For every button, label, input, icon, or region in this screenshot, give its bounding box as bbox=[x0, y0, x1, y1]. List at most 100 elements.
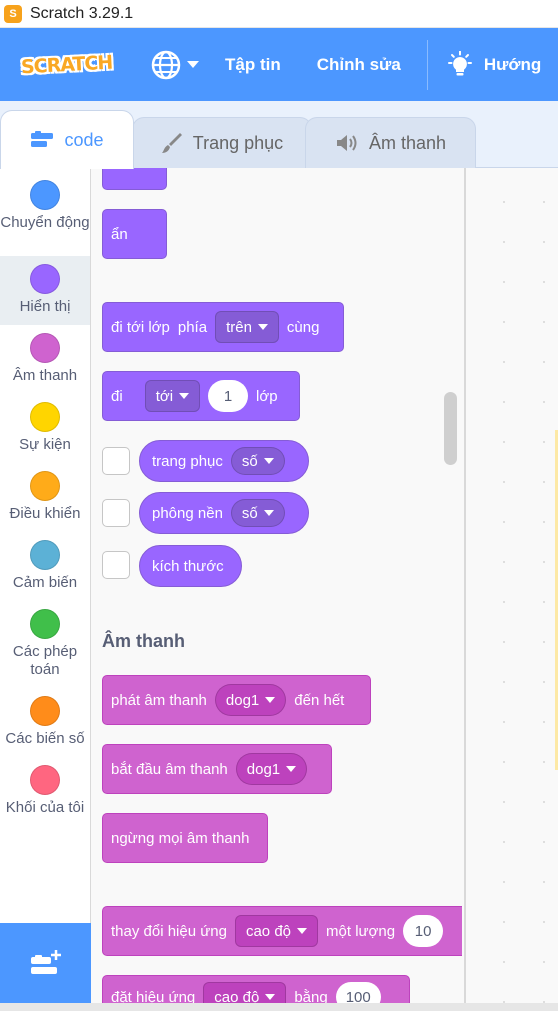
block-show-partial[interactable] bbox=[102, 168, 167, 190]
category-operators[interactable]: Các phép toán bbox=[0, 609, 90, 685]
block-set-sound-effect[interactable]: đặt hiệu ứng cao độ bằng 100 bbox=[102, 975, 410, 1003]
block-go-layers-text2: lớp bbox=[256, 387, 278, 405]
editor-tabs: code Trang phục Âm thanh bbox=[0, 101, 558, 169]
backdrop-monitor-checkbox[interactable] bbox=[102, 499, 130, 527]
category-motion-label: Chuyển động bbox=[0, 214, 90, 231]
file-menu[interactable]: Tập tin bbox=[225, 55, 281, 75]
category-menu: Chuyển động Hiển thị Âm thanh Sự kiện Đi… bbox=[0, 168, 91, 923]
category-control[interactable]: Điều khiển bbox=[0, 471, 90, 531]
paintbrush-icon bbox=[161, 133, 182, 153]
costume-number-dropdown[interactable]: số bbox=[230, 447, 285, 475]
category-my-blocks-label: Khối của tôi bbox=[5, 799, 85, 816]
script-area[interactable] bbox=[466, 168, 558, 1003]
category-looks[interactable]: Hiển thị bbox=[0, 256, 90, 325]
sound-section-heading: Âm thanh bbox=[102, 631, 185, 651]
block-start-sound-text: bắt đầu âm thanh bbox=[111, 760, 228, 778]
block-backdrop-label: phông nền bbox=[152, 504, 223, 522]
category-looks-dot bbox=[30, 264, 60, 294]
globe-icon bbox=[151, 50, 181, 79]
block-change-effect-text: thay đổi hiệu ứng bbox=[111, 922, 227, 940]
category-motion[interactable]: Chuyển động bbox=[0, 180, 90, 256]
block-go-to-layer-text2: phía bbox=[177, 318, 208, 336]
category-events-label: Sự kiện bbox=[19, 436, 71, 453]
tutorials-button[interactable]: Hướng bbox=[446, 50, 542, 79]
block-play-sound-until-done[interactable]: phát âm thanh dog1 đến hết bbox=[102, 675, 371, 725]
menu-divider bbox=[426, 39, 428, 90]
category-sensing[interactable]: Cảm biến bbox=[0, 540, 90, 600]
category-operators-dot bbox=[30, 609, 60, 639]
effect-value-input[interactable]: 100 bbox=[335, 982, 381, 1003]
code-blocks-icon bbox=[31, 131, 54, 147]
chevron-down-icon bbox=[286, 766, 297, 772]
edit-menu[interactable]: Chỉnh sửa bbox=[317, 55, 401, 75]
category-variables-label: Các biến số bbox=[5, 730, 85, 747]
chevron-down-icon bbox=[179, 393, 190, 399]
add-extension-button[interactable] bbox=[0, 923, 91, 1003]
backdrop-number-dropdown[interactable]: số bbox=[230, 499, 285, 527]
size-monitor-checkbox[interactable] bbox=[102, 551, 130, 579]
block-set-effect-text: đặt hiệu ứng bbox=[111, 989, 196, 1003]
palette-scrollbar[interactable] bbox=[444, 392, 457, 465]
category-sound[interactable]: Âm thanh bbox=[0, 333, 90, 393]
tab-sounds-label: Âm thanh bbox=[368, 132, 447, 153]
layer-front-back-dropdown[interactable]: trên bbox=[215, 311, 279, 343]
effect-amount-input[interactable]: 10 bbox=[403, 915, 444, 947]
window-titlebar: S Scratch 3.29.1 bbox=[0, 0, 558, 28]
chevron-down-icon bbox=[297, 928, 308, 934]
block-start-sound[interactable]: bắt đầu âm thanh dog1 bbox=[102, 744, 332, 794]
block-play-sound-text2: đến hết bbox=[294, 691, 345, 709]
block-go-to-layer[interactable]: đi tới lớp phía trên cùng bbox=[102, 302, 344, 352]
category-my-blocks-dot bbox=[30, 765, 60, 795]
lightbulb-icon bbox=[447, 50, 472, 75]
tab-code-label: code bbox=[64, 129, 104, 150]
language-menu-button[interactable] bbox=[150, 49, 199, 81]
category-control-dot bbox=[30, 471, 60, 501]
sound-select-dropdown[interactable]: dog1 bbox=[235, 753, 308, 785]
category-events[interactable]: Sự kiện bbox=[0, 402, 90, 462]
block-hide[interactable]: ẩn bbox=[102, 209, 167, 259]
block-go-layers-text: đi bbox=[111, 387, 123, 405]
window-bottom-edge bbox=[0, 1003, 558, 1011]
block-go-to-layer-text: đi tới lớp bbox=[111, 318, 170, 336]
tab-costumes[interactable]: Trang phục bbox=[132, 117, 312, 168]
chevron-down-icon bbox=[265, 697, 276, 703]
layer-count-input[interactable]: 1 bbox=[208, 380, 249, 412]
block-backdrop-reporter[interactable]: phông nền số bbox=[139, 492, 309, 534]
block-palette bbox=[91, 168, 464, 1003]
block-stop-all-sounds[interactable]: ngừng mọi âm thanh bbox=[102, 813, 268, 863]
block-stop-all-text: ngừng mọi âm thanh bbox=[111, 829, 250, 847]
chevron-down-icon bbox=[265, 994, 276, 1000]
sound-effect-dropdown[interactable]: cao độ bbox=[234, 915, 319, 947]
chevron-down-icon bbox=[257, 324, 268, 330]
block-size-label: kích thước bbox=[152, 557, 224, 575]
chevron-down-icon bbox=[263, 510, 274, 516]
block-go-to-layer-text3: cùng bbox=[286, 318, 320, 336]
block-go-layers[interactable]: đi tới 1 lớp bbox=[102, 371, 300, 421]
category-sound-label: Âm thanh bbox=[12, 367, 78, 384]
tab-sounds[interactable]: Âm thanh bbox=[305, 117, 476, 168]
scratch-app-icon: S bbox=[4, 4, 22, 23]
sound-effect-dropdown[interactable]: cao độ bbox=[203, 982, 287, 1003]
tab-code[interactable]: code bbox=[0, 110, 134, 169]
layer-direction-dropdown[interactable]: tới bbox=[144, 380, 201, 412]
block-size-reporter[interactable]: kích thước bbox=[139, 545, 242, 587]
category-my-blocks[interactable]: Khối của tôi bbox=[0, 765, 90, 825]
category-variables-dot bbox=[30, 696, 60, 726]
window-title: Scratch 3.29.1 bbox=[30, 4, 134, 22]
category-motion-dot bbox=[30, 180, 60, 210]
costume-monitor-checkbox[interactable] bbox=[102, 447, 130, 475]
category-variables[interactable]: Các biến số bbox=[0, 696, 90, 756]
tutorials-label: Hướng bbox=[483, 54, 542, 74]
category-sensing-dot bbox=[30, 540, 60, 570]
block-hide-label: ẩn bbox=[111, 225, 128, 243]
category-sound-dot bbox=[30, 333, 60, 363]
block-play-sound-text: phát âm thanh bbox=[111, 691, 207, 709]
sound-select-dropdown[interactable]: dog1 bbox=[214, 684, 287, 716]
menu-bar: SCRATCH Tập tin Chỉnh sửa Hướng bbox=[0, 28, 558, 101]
block-costume-reporter[interactable]: trang phục số bbox=[139, 440, 309, 482]
block-change-sound-effect[interactable]: thay đổi hiệu ứng cao độ một lượng 10 bbox=[102, 906, 462, 956]
speaker-icon bbox=[336, 135, 357, 151]
scratch-logo[interactable]: SCRATCH bbox=[17, 46, 117, 84]
block-change-effect-text2: một lượng bbox=[326, 922, 396, 940]
category-operators-label: Các phép toán bbox=[12, 643, 78, 678]
